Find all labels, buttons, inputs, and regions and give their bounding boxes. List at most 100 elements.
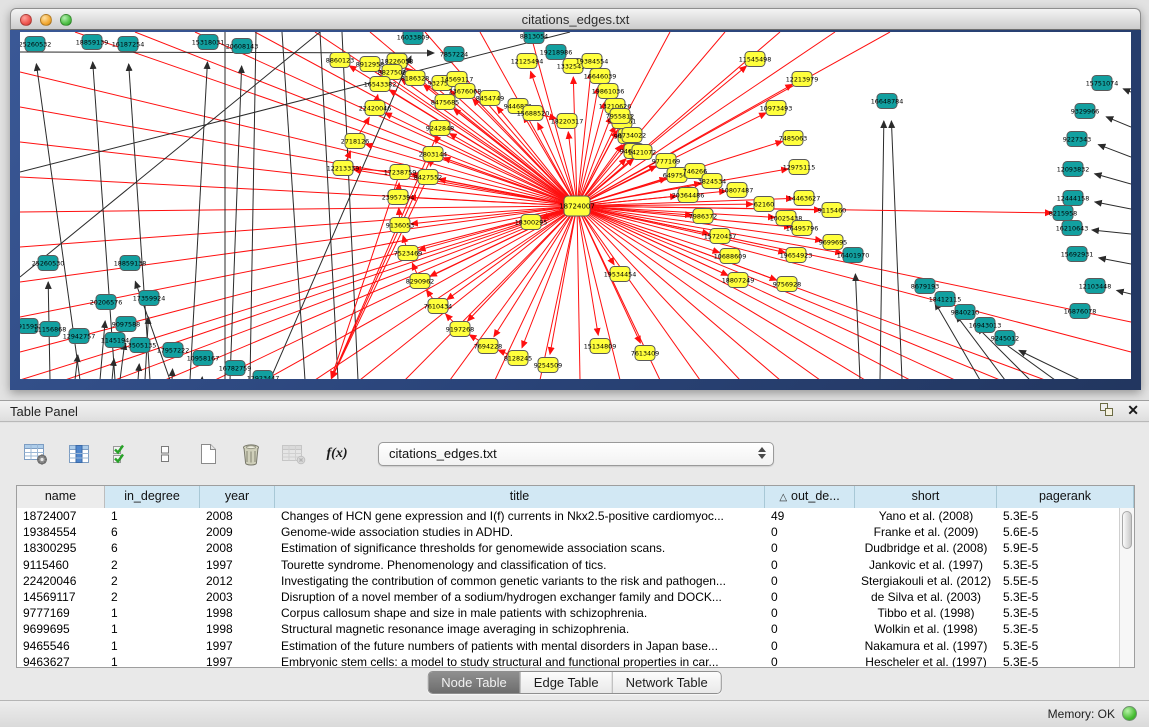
graph-node[interactable]: 7986372 xyxy=(689,209,717,224)
table-row[interactable]: 977716911998Corpus callosum shape and si… xyxy=(17,605,1119,621)
graph-node[interactable]: 15751074 xyxy=(1086,76,1119,91)
create-column-button[interactable] xyxy=(194,441,222,467)
graph-node[interactable]: 16033809 xyxy=(397,32,430,45)
graph-node[interactable]: 9097588 xyxy=(112,317,140,332)
close-panel-icon[interactable]: ✕ xyxy=(1127,403,1139,418)
table-row[interactable]: 1938455462009Genome-wide association stu… xyxy=(17,524,1119,540)
memory-status-indicator[interactable] xyxy=(1122,706,1137,721)
graph-node[interactable]: 12975115 xyxy=(783,160,816,175)
graph-node[interactable]: 15134809 xyxy=(584,339,617,354)
graph-node[interactable]: 9329966 xyxy=(1071,104,1099,119)
graph-node[interactable]: 16943013 xyxy=(969,318,1002,333)
tab-edge-table[interactable]: Edge Table xyxy=(520,672,612,693)
graph-node[interactable]: 6734022 xyxy=(618,128,646,143)
delete-column-button[interactable] xyxy=(237,441,265,467)
graph-node[interactable]: 14463627 xyxy=(788,191,821,206)
column-header-pagerank[interactable]: pagerank xyxy=(997,486,1134,508)
graph-node[interactable]: 17238759 xyxy=(384,165,417,180)
graph-node[interactable]: 11545498 xyxy=(739,52,772,67)
graph-node[interactable]: 12942757 xyxy=(63,329,96,344)
row-height-button[interactable] xyxy=(151,441,179,467)
graph-node[interactable]: 12125494 xyxy=(511,54,544,69)
graph-node[interactable]: 8475685 xyxy=(431,95,459,110)
graph-node[interactable]: 62160 xyxy=(754,197,774,212)
table-row[interactable]: 1872400712008Changes of HCN gene express… xyxy=(17,508,1119,524)
graph-node[interactable]: 2718126 xyxy=(341,134,369,149)
graph-node[interactable]: 9699695 xyxy=(819,235,847,250)
graph-node[interactable]: 8128245 xyxy=(504,351,532,366)
column-header-in_degree[interactable]: in_degree xyxy=(105,486,200,508)
citation-network-graph[interactable]: 1872400788601238912958182260588827508165… xyxy=(20,32,1131,379)
graph-node[interactable]: 16648784 xyxy=(871,94,904,109)
tab-network-table[interactable]: Network Table xyxy=(612,672,721,693)
graph-node[interactable]: 17359924 xyxy=(133,291,166,306)
select-columns-button[interactable] xyxy=(108,441,136,467)
network-canvas[interactable]: 1872400788601238912958182260588827508165… xyxy=(20,32,1131,379)
graph-node[interactable]: 8290962 xyxy=(406,274,434,289)
column-header-out_de[interactable]: △out_de... xyxy=(765,486,855,508)
graph-node[interactable]: 12093832 xyxy=(1057,162,1090,177)
graph-node[interactable]: 8454749 xyxy=(476,91,504,106)
table-row[interactable]: 2242004622012Investigating the contribut… xyxy=(17,573,1119,589)
scrollbar-thumb[interactable] xyxy=(1122,511,1132,549)
column-header-title[interactable]: title xyxy=(275,486,765,508)
graph-node[interactable]: 25260532 xyxy=(20,37,51,52)
graph-node[interactable]: 19218986 xyxy=(540,45,573,60)
graph-node[interactable]: 8186328 xyxy=(401,71,429,86)
tab-node-table[interactable]: Node Table xyxy=(428,672,520,693)
delete-table-button[interactable] xyxy=(280,441,308,467)
graph-node[interactable]: 23957394 xyxy=(382,190,415,205)
graph-node[interactable]: 18724007 xyxy=(559,196,595,216)
window-titlebar[interactable]: citations_edges.txt xyxy=(10,8,1141,30)
graph-node[interactable]: 18859139 xyxy=(76,35,109,50)
graph-node[interactable]: 9254509 xyxy=(534,358,562,373)
graph-node[interactable]: 7694228 xyxy=(474,339,502,354)
graph-node[interactable]: 16876078 xyxy=(1064,304,1097,319)
graph-node[interactable]: 9840210 xyxy=(951,305,979,320)
graph-node[interactable]: 7485063 xyxy=(779,131,807,146)
graph-node[interactable]: 25260530 xyxy=(32,256,65,271)
graph-node[interactable]: 8215958 xyxy=(1049,206,1077,221)
graph-node[interactable]: 9136053 xyxy=(386,218,414,233)
graph-node[interactable]: 16646039 xyxy=(584,69,617,84)
graph-node[interactable]: 19534454 xyxy=(604,267,637,282)
function-builder-button[interactable]: f(x) xyxy=(323,441,351,467)
table-row[interactable]: 969969511998Structural magnetic resonanc… xyxy=(17,621,1119,637)
graph-node[interactable]: 9242848 xyxy=(426,121,454,136)
graph-node[interactable]: 8860123 xyxy=(326,53,354,68)
graph-node[interactable]: 12923447 xyxy=(247,371,280,380)
graph-node[interactable]: 15692931 xyxy=(1061,247,1094,262)
graph-node[interactable]: 7613409 xyxy=(631,346,659,361)
graph-node[interactable]: 8679193 xyxy=(911,279,939,294)
graph-node[interactable]: 16401970 xyxy=(837,248,870,263)
graph-node[interactable]: 7857224 xyxy=(440,47,468,62)
graph-node[interactable]: 12444158 xyxy=(1057,191,1090,206)
graph-node[interactable]: 12213979 xyxy=(786,72,819,87)
table-selector[interactable]: citations_edges.txt xyxy=(378,442,774,466)
table-mode-button[interactable] xyxy=(22,441,50,467)
graph-node[interactable]: 8427552 xyxy=(414,170,442,185)
column-header-name[interactable]: name xyxy=(17,486,105,508)
graph-node[interactable]: 9227343 xyxy=(1063,132,1091,147)
float-panel-icon[interactable] xyxy=(1100,403,1115,418)
column-header-short[interactable]: short xyxy=(855,486,997,508)
graph-node[interactable]: 20206576 xyxy=(90,295,123,310)
graph-node[interactable]: 7955812 xyxy=(606,109,634,124)
show-columns-button[interactable] xyxy=(65,441,93,467)
graph-node[interactable]: 8813054 xyxy=(520,32,548,44)
graph-node[interactable]: 9115460 xyxy=(818,203,846,218)
graph-node[interactable]: 15720437 xyxy=(704,229,737,244)
table-row[interactable]: 911546021997Tourette syndrome. Phenomeno… xyxy=(17,557,1119,573)
table-row[interactable]: 946362711997Embryonic stem cells: a mode… xyxy=(17,654,1119,667)
graph-node[interactable]: 16782759 xyxy=(219,361,252,376)
graph-node[interactable]: 15318031 xyxy=(192,35,225,50)
table-row[interactable]: 946554611997Estimation of the future num… xyxy=(17,638,1119,654)
graph-node[interactable]: 18412115 xyxy=(929,292,962,307)
graph-node[interactable]: 16210643 xyxy=(1056,221,1089,236)
graph-node[interactable]: 16187254 xyxy=(112,37,145,52)
graph-node[interactable]: 9245012 xyxy=(991,331,1019,346)
graph-node[interactable]: 7610434 xyxy=(424,299,452,314)
graph-node[interactable]: 9197268 xyxy=(446,322,474,337)
graph-node[interactable]: 9777169 xyxy=(652,154,680,169)
graph-node[interactable]: 7523469 xyxy=(394,246,422,261)
